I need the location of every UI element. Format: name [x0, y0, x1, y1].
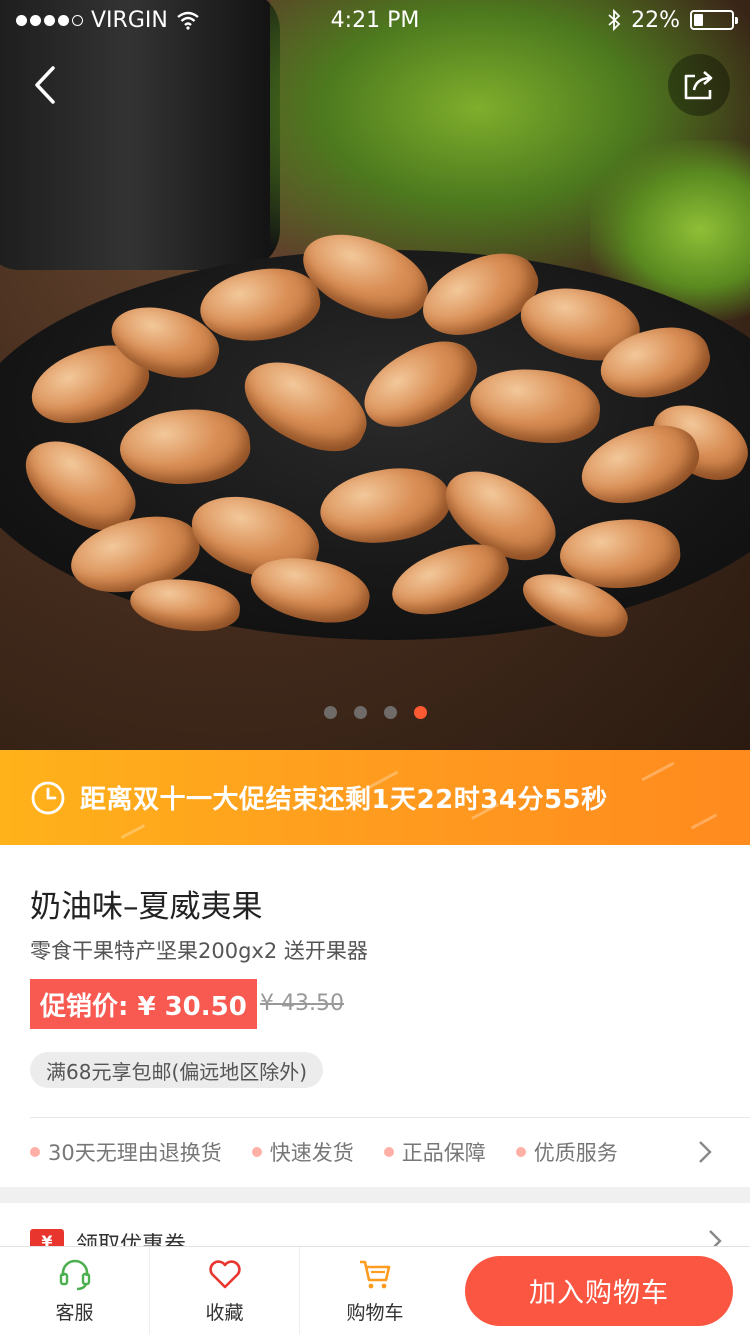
carrier-name: VIRGIN: [91, 7, 168, 33]
shipping-badge: 满68元享包邮(偏远地区除外): [30, 1052, 324, 1088]
bullet-icon: [383, 1147, 394, 1157]
pager-dot[interactable]: [353, 706, 367, 719]
cart-icon: [360, 1260, 391, 1289]
bluetooth-icon: [608, 9, 621, 31]
bullet-icon: [515, 1147, 526, 1157]
pager-dot[interactable]: [383, 706, 397, 719]
guarantee-item: 正品保障: [383, 1137, 486, 1167]
favorite-button[interactable]: 收藏: [150, 1246, 300, 1334]
tab-label: 购物车: [346, 1302, 404, 1324]
service-guarantees[interactable]: 30天无理由退换货 快速发货 正品保障 优质服务: [30, 1137, 720, 1167]
promo-countdown-banner: 距离双十一大促结束还剩1天22时34分55秒: [0, 750, 750, 845]
tab-label: 客服: [55, 1302, 94, 1324]
cashew-nut: [314, 459, 456, 553]
status-bar: VIRGIN 4:21 PM 22%: [0, 0, 750, 40]
cashew-nut: [467, 364, 603, 448]
countdown-text: 距离双十一大促结束还剩1天22时34分55秒: [80, 785, 608, 815]
cashew-nut: [245, 550, 375, 630]
section-separator: [0, 1187, 750, 1203]
wifi-icon: [177, 11, 199, 30]
bullet-icon: [30, 1147, 40, 1157]
battery-icon: [690, 10, 738, 30]
promo-price: 促销价: ¥ 30.50: [30, 979, 257, 1029]
clock-time: 4:21 PM: [330, 7, 420, 33]
share-button[interactable]: [668, 54, 730, 116]
carousel-pager: [0, 706, 750, 719]
battery-percent: 22%: [631, 7, 680, 33]
add-to-cart-button[interactable]: 加入购物车: [465, 1255, 733, 1326]
bullet-icon: [251, 1147, 262, 1157]
cart-button[interactable]: 购物车: [300, 1247, 450, 1334]
product-subtitle: 零食干果特产坚果200gx2 送开果器: [30, 939, 368, 963]
pager-dot-active[interactable]: [413, 706, 427, 719]
customer-service-button[interactable]: 客服: [0, 1246, 150, 1334]
chevron-right-icon[interactable]: [690, 1137, 720, 1167]
cashew-nut: [230, 345, 380, 467]
cashew-nut: [350, 324, 490, 446]
clock-icon: [31, 781, 65, 814]
divider: [30, 1117, 750, 1118]
guarantee-item: 快速发货: [251, 1137, 354, 1167]
pager-dot[interactable]: [323, 706, 337, 719]
cashew-nut: [117, 404, 253, 490]
original-price: ¥ 43.50: [260, 991, 344, 1016]
guarantee-item: 30天无理由退换货: [30, 1137, 222, 1167]
heart-icon: [208, 1260, 241, 1289]
signal-strength-icon: [16, 14, 83, 26]
headset-icon: [59, 1259, 90, 1291]
share-icon: [684, 71, 713, 100]
bottom-action-bar: 客服 收藏 购物车 加入购物车: [0, 1246, 750, 1334]
tab-label: 收藏: [205, 1302, 244, 1324]
cashew-nut: [128, 575, 242, 635]
cashew-nuts-photo: [0, 200, 750, 648]
chevron-left-icon: [35, 66, 55, 104]
product-title: 奶油味–夏威夷果: [30, 889, 263, 925]
product-image-carousel[interactable]: [0, 0, 750, 750]
back-button[interactable]: [20, 60, 70, 110]
guarantee-item: 优质服务: [515, 1137, 618, 1167]
cashew-nut: [410, 237, 550, 353]
